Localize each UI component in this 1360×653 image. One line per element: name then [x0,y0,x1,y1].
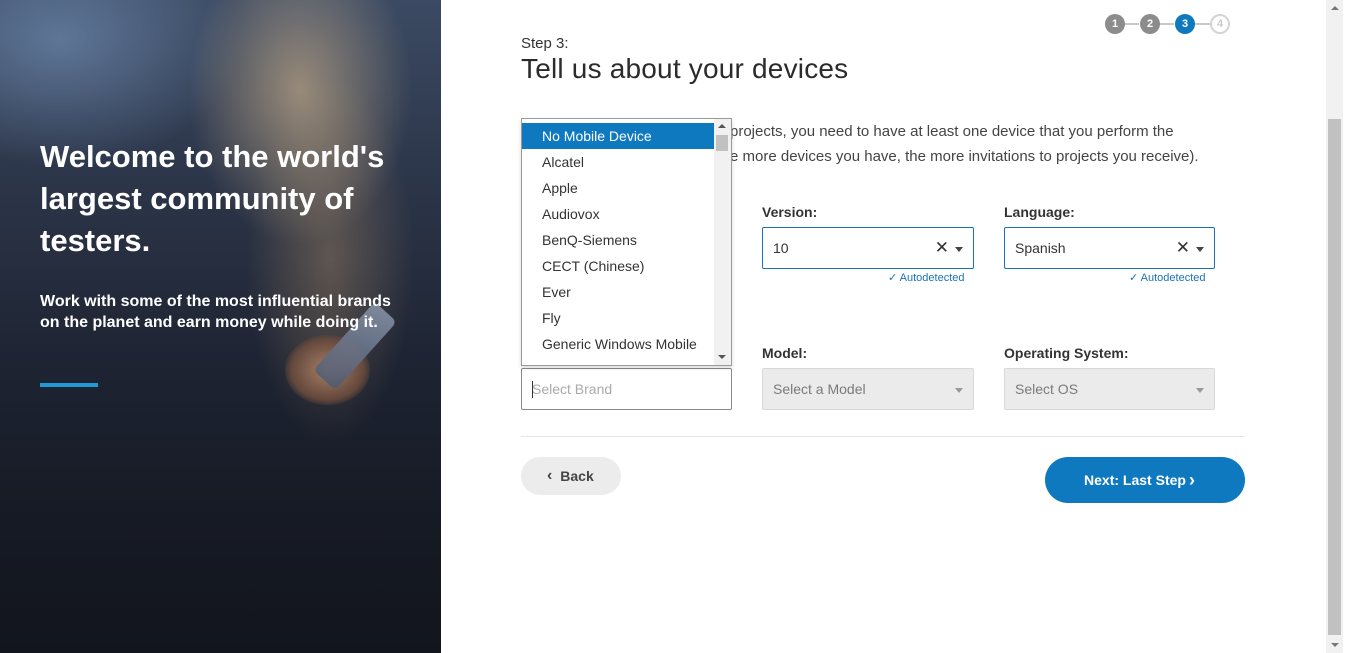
language-autodetected-text: Autodetected [1140,272,1206,284]
hero-panel: Welcome to the world's largest community… [0,0,441,653]
chevron-right-icon: › [1189,470,1195,490]
brand-option[interactable]: Audiovox [522,201,714,227]
brand-option[interactable]: BenQ-Siemens [522,227,714,253]
page-scrollbar[interactable] [1326,0,1343,653]
caret-down-icon[interactable] [955,247,963,252]
hero-headline: Welcome to the world's largest community… [40,139,385,258]
step-1[interactable]: 1 [1105,14,1125,34]
form-divider [521,436,1245,437]
model-placeholder: Select a Model [773,381,866,397]
os-placeholder: Select OS [1015,381,1079,397]
step-label: Step 3: [521,35,569,52]
check-icon: ✓ [888,272,898,284]
check-icon: ✓ [1129,272,1139,284]
window-gutter [1343,0,1360,653]
brand-dropdown-list[interactable]: No Mobile Device Alcatel Apple Audiovox … [521,118,732,366]
brand-options: No Mobile Device Alcatel Apple Audiovox … [522,123,714,365]
version-label: Version: [762,204,818,220]
close-icon[interactable]: ✕ [935,228,949,268]
close-icon[interactable]: ✕ [1176,228,1190,268]
page-scroll-thumb[interactable] [1328,119,1341,635]
page-title: Tell us about your devices [521,53,849,84]
step-2[interactable]: 2 [1140,14,1160,34]
version-autodetected-text: Autodetected [899,272,965,284]
scroll-down-icon[interactable] [1331,643,1339,647]
model-label: Model: [762,345,808,361]
brand-search-input[interactable]: Select Brand [521,368,732,410]
brand-option[interactable]: CECT (Chinese) [522,253,714,279]
hero-subtext: Work with some of the most influential b… [40,293,391,331]
language-label: Language: [1004,204,1075,220]
brand-option[interactable]: Fly [522,305,714,331]
dropdown-scroll-thumb[interactable] [716,135,728,151]
scroll-up-icon[interactable] [1331,6,1339,10]
brand-option[interactable]: GIONEE (Chinese) [522,357,714,365]
scroll-down-icon[interactable] [718,355,726,359]
step-3-current: 3 [1175,14,1195,34]
scroll-up-icon[interactable] [718,124,726,128]
stepper-connector [1158,23,1174,25]
brand-option[interactable]: No Mobile Device [522,123,714,149]
brand-option[interactable]: Alcatel [522,149,714,175]
caret-down-icon[interactable] [1196,247,1204,252]
brand-placeholder: Select Brand [532,381,613,397]
version-autodetected: ✓ Autodetected [888,271,965,284]
back-button[interactable]: ‹ Back [521,457,621,495]
chevron-left-icon: ‹ [547,467,553,484]
stepper-connector [1193,23,1211,25]
stepper-connector [1123,23,1139,25]
caret-down-icon [1196,388,1204,393]
brand-option[interactable]: Generic Windows Mobile [522,331,714,357]
language-autodetected: ✓ Autodetected [1129,271,1206,284]
text-cursor [532,381,533,398]
caret-down-icon [955,388,963,393]
version-value: 10 [773,240,789,256]
language-value: Spanish [1015,240,1066,256]
brand-option[interactable]: Ever [522,279,714,305]
next-button-label: Next: Last Step [1084,472,1186,488]
language-select[interactable]: Spanish ✕ [1004,227,1215,269]
dropdown-scrollbar[interactable] [714,119,731,365]
brand-option[interactable]: Apple [522,175,714,201]
back-button-label: Back [560,468,594,484]
os-select[interactable]: Select OS [1004,368,1215,410]
next-button[interactable]: Next: Last Step › [1045,457,1245,503]
progress-stepper: 1 2 3 4 [1105,14,1230,34]
step-4: 4 [1210,14,1230,34]
model-select[interactable]: Select a Model [762,368,974,410]
hero-accent-bar [40,383,98,387]
version-select[interactable]: 10 ✕ [762,227,974,269]
os-label: Operating System: [1004,345,1129,361]
